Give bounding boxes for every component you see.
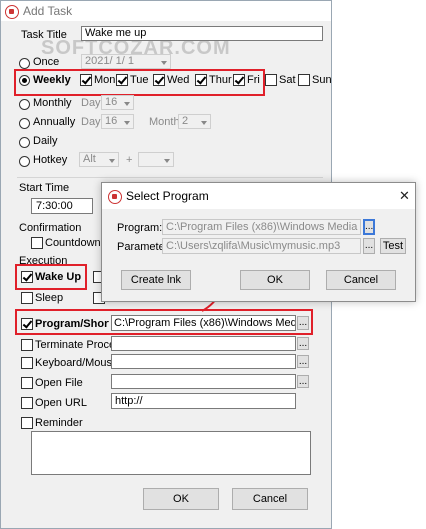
dialog-title-bar: Select Program ✕: [102, 183, 415, 209]
keyboard-mouse-input[interactable]: [111, 354, 296, 369]
annually-day-value: 16: [105, 115, 118, 127]
hotkey-key-select[interactable]: [138, 152, 174, 167]
task-title-input[interactable]: Wake me up: [81, 26, 323, 41]
dialog-parameter-browse-button[interactable]: ...: [363, 238, 375, 254]
chevron-down-icon: [124, 102, 130, 106]
chevron-down-icon: [201, 121, 207, 125]
weekly-highlight-box: [14, 69, 265, 96]
annually-day-select[interactable]: 16: [101, 114, 134, 129]
dialog-title: Select Program: [126, 189, 209, 203]
chevron-down-icon: [164, 159, 170, 163]
daily-label: Daily: [33, 135, 58, 147]
dialog-test-button[interactable]: Test: [380, 238, 406, 254]
wake-up-highlight-box: [15, 264, 87, 290]
create-lnk-button[interactable]: Create lnk: [121, 270, 191, 290]
ok-button[interactable]: OK: [143, 488, 219, 510]
annually-radio[interactable]: [19, 118, 30, 129]
app-icon: [5, 5, 19, 19]
countdown-label: Countdown: [45, 237, 101, 249]
open-file-checkbox[interactable]: [21, 377, 33, 389]
hotkey-modifier-value: Alt: [83, 153, 96, 165]
open-url-checkbox[interactable]: [21, 397, 33, 409]
open-url-label: Open URL: [35, 397, 87, 409]
monthly-day-value: 16: [105, 96, 118, 108]
once-date-value: 2021/ 1/ 1: [85, 55, 134, 67]
once-radio[interactable]: [19, 58, 30, 69]
chevron-down-icon: [161, 61, 167, 65]
open-file-input[interactable]: [111, 374, 296, 389]
day-sun-checkbox[interactable]: [298, 74, 310, 86]
dialog-parameter-input[interactable]: C:\Users\zqlifa\Music\mymusic.mp3: [162, 238, 361, 254]
dialog-program-label: Program:: [117, 222, 163, 234]
open-file-browse-button[interactable]: ...: [297, 375, 309, 388]
close-icon[interactable]: ✕: [399, 188, 410, 204]
chevron-down-icon: [109, 159, 115, 163]
hotkey-plus: +: [126, 154, 133, 166]
divider: [17, 177, 323, 178]
day-sun-label: Sun: [312, 74, 332, 86]
open-url-input[interactable]: http://: [111, 393, 296, 409]
dialog-program-input[interactable]: C:\Program Files (x86)\Windows Media Pla…: [162, 219, 361, 235]
monthly-day-select[interactable]: 16: [101, 95, 134, 110]
window-title: Add Task: [23, 4, 73, 18]
hotkey-label: Hotkey: [33, 154, 68, 166]
reminder-label: Reminder: [35, 417, 83, 429]
dialog-app-icon: [108, 190, 122, 204]
day-sat-checkbox[interactable]: [265, 74, 277, 86]
program-highlight-box: [15, 309, 313, 335]
annually-month-value: 2: [182, 115, 189, 127]
start-time-label: Start Time: [19, 182, 70, 194]
open-file-label: Open File: [35, 377, 83, 389]
terminate-browse-button[interactable]: ...: [297, 337, 309, 350]
confirmation-label: Confirmation: [19, 222, 82, 234]
annually-month-select[interactable]: 2: [178, 114, 211, 129]
day-sat-label: Sat: [279, 74, 296, 86]
annually-label: Annually: [33, 116, 76, 128]
daily-radio[interactable]: [19, 137, 30, 148]
countdown-checkbox[interactable]: [31, 237, 43, 249]
terminate-process-checkbox[interactable]: [21, 339, 33, 351]
select-program-dialog: Select Program ✕ Program: C:\Program Fil…: [101, 182, 416, 302]
once-date-picker[interactable]: 2021/ 1/ 1: [81, 54, 171, 69]
dialog-cancel-button[interactable]: Cancel: [326, 270, 396, 290]
title-bar: Add Task: [1, 1, 331, 21]
keyboard-browse-button[interactable]: ...: [297, 355, 309, 368]
reminder-textarea[interactable]: [31, 431, 311, 475]
reminder-checkbox[interactable]: [21, 417, 33, 429]
monthly-label: Monthly: [33, 97, 72, 109]
dialog-ok-button[interactable]: OK: [240, 270, 310, 290]
cancel-button[interactable]: Cancel: [232, 488, 308, 510]
hotkey-radio[interactable]: [19, 156, 30, 167]
keyboard-mouse-label: Keyboard/Mouse: [35, 357, 119, 369]
terminate-process-input[interactable]: [111, 336, 296, 351]
once-label: Once: [33, 56, 60, 68]
hotkey-modifier-select[interactable]: Alt: [79, 152, 119, 167]
sleep-label: Sleep: [35, 292, 64, 304]
dialog-program-browse-button[interactable]: ...: [363, 219, 375, 235]
chevron-down-icon: [124, 121, 130, 125]
keyboard-mouse-checkbox[interactable]: [21, 357, 33, 369]
start-time-input[interactable]: 7:30:00: [31, 198, 93, 214]
task-title-label: Task Title: [21, 29, 67, 41]
monthly-radio[interactable]: [19, 99, 30, 110]
sleep-checkbox[interactable]: [21, 292, 33, 304]
